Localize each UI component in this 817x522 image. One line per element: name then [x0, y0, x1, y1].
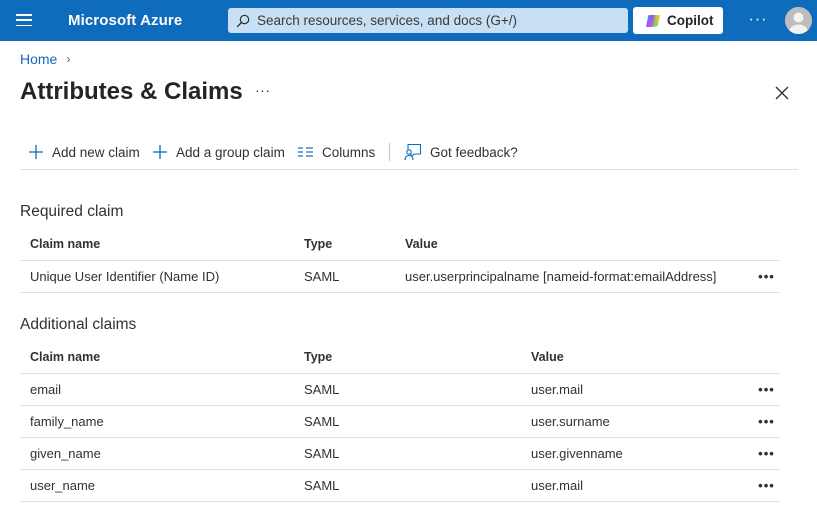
- row-more-icon[interactable]: •••: [743, 437, 780, 470]
- add-group-claim-button[interactable]: Add a group claim: [152, 141, 285, 163]
- claim-name-cell: family_name: [20, 405, 294, 438]
- hamburger-icon[interactable]: [16, 14, 32, 27]
- claim-name-cell: Unique User Identifier (Name ID): [20, 260, 294, 293]
- column-header-actions: [743, 228, 780, 261]
- copilot-button[interactable]: Copilot: [633, 7, 723, 34]
- table-header-row: Claim name Type Value: [20, 228, 780, 261]
- breadcrumb-home-link[interactable]: Home: [20, 51, 57, 67]
- column-header-claim-name[interactable]: Claim name: [20, 341, 294, 374]
- table-row[interactable]: given_name SAML user.givenname •••: [20, 437, 780, 470]
- column-header-value[interactable]: Value: [395, 228, 743, 261]
- table-row[interactable]: user_name SAML user.mail •••: [20, 469, 780, 502]
- table-row[interactable]: family_name SAML user.surname •••: [20, 405, 780, 438]
- additional-claims-heading: Additional claims: [20, 316, 137, 333]
- claim-name-cell: email: [20, 373, 294, 406]
- plus-icon: [153, 145, 167, 159]
- column-header-type[interactable]: Type: [294, 228, 395, 261]
- additional-claims-table: Claim name Type Value email SAML user.ma…: [20, 341, 780, 502]
- row-more-icon[interactable]: •••: [743, 405, 780, 438]
- table-row[interactable]: email SAML user.mail •••: [20, 373, 780, 406]
- claim-type-cell: SAML: [294, 437, 521, 470]
- claim-type-cell: SAML: [294, 260, 395, 293]
- column-header-value[interactable]: Value: [521, 341, 743, 374]
- claim-name-cell: given_name: [20, 437, 294, 470]
- plus-icon: [29, 145, 43, 159]
- row-more-icon[interactable]: •••: [743, 469, 780, 502]
- claim-value-cell: user.userprincipalname [nameid-format:em…: [395, 260, 743, 293]
- settings-more-icon[interactable]: ···: [747, 9, 769, 31]
- claim-type-cell: SAML: [294, 469, 521, 502]
- portal-brand[interactable]: Microsoft Azure: [68, 12, 182, 29]
- columns-button[interactable]: Columns: [297, 141, 375, 163]
- copilot-label: Copilot: [667, 13, 714, 28]
- row-more-icon[interactable]: •••: [743, 260, 780, 293]
- feedback-icon: [404, 143, 422, 161]
- column-header-actions: [743, 341, 780, 374]
- claim-value-cell: user.mail: [521, 469, 743, 502]
- title-more-icon[interactable]: ···: [255, 82, 271, 98]
- claim-value-cell: user.mail: [521, 373, 743, 406]
- breadcrumb: Home ›: [20, 51, 70, 67]
- claim-name-cell: user_name: [20, 469, 294, 502]
- columns-label: Columns: [322, 144, 376, 160]
- page-title: Attributes & Claims: [20, 78, 243, 105]
- top-bar: Microsoft Azure Copilot ···: [0, 0, 817, 41]
- required-claims-table: Claim name Type Value Unique User Identi…: [20, 228, 780, 293]
- claim-value-cell: user.surname: [521, 405, 743, 438]
- claim-type-cell: SAML: [294, 373, 521, 406]
- user-avatar-icon[interactable]: [785, 7, 812, 34]
- add-new-claim-button[interactable]: Add new claim: [28, 141, 140, 163]
- claim-type-cell: SAML: [294, 405, 521, 438]
- table-row[interactable]: Unique User Identifier (Name ID) SAML us…: [20, 260, 780, 293]
- required-claim-heading: Required claim: [20, 203, 124, 220]
- copilot-icon: [646, 15, 660, 27]
- column-header-type[interactable]: Type: [294, 341, 521, 374]
- row-more-icon[interactable]: •••: [743, 373, 780, 406]
- claim-value-cell: user.givenname: [521, 437, 743, 470]
- toolbar-divider: [389, 143, 390, 161]
- close-icon[interactable]: [773, 84, 791, 102]
- add-new-claim-label: Add new claim: [52, 144, 140, 160]
- global-search[interactable]: [228, 8, 628, 33]
- columns-icon: [298, 147, 313, 157]
- search-icon: [236, 14, 250, 28]
- feedback-label: Got feedback?: [430, 144, 518, 160]
- table-header-row: Claim name Type Value: [20, 341, 780, 374]
- command-bar: Add new claim Add a group claim Columns …: [20, 136, 798, 170]
- column-header-claim-name[interactable]: Claim name: [20, 228, 294, 261]
- search-input[interactable]: [257, 8, 617, 33]
- add-group-claim-label: Add a group claim: [176, 144, 285, 160]
- chevron-right-icon: ›: [66, 52, 71, 66]
- feedback-button[interactable]: Got feedback?: [404, 141, 518, 163]
